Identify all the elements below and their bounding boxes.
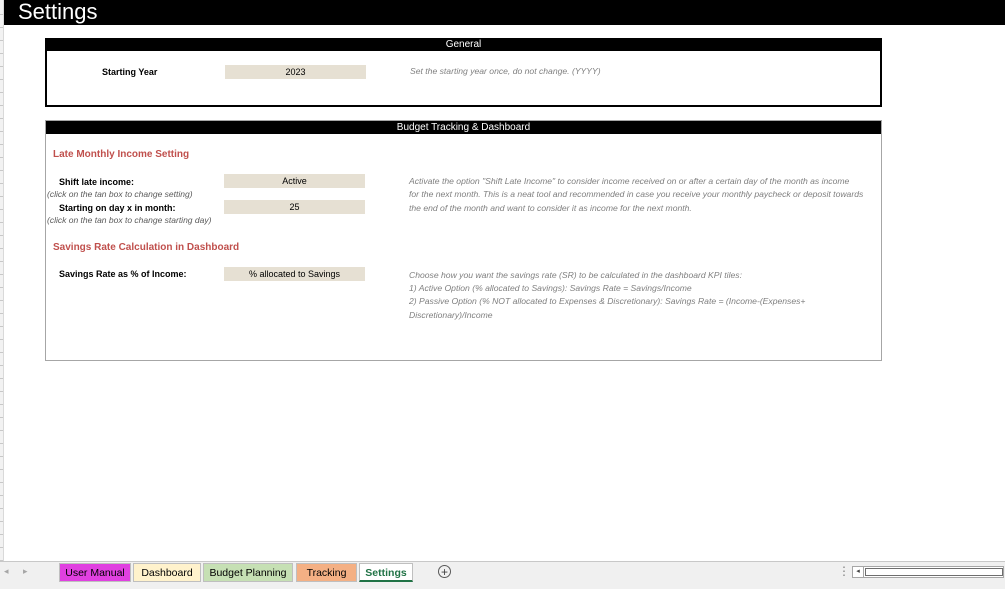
row-divider: [0, 378, 3, 379]
row-divider: [0, 443, 3, 444]
late-income-description-3: the end of the month and want to conside…: [409, 203, 692, 213]
status-bar: [0, 583, 1005, 589]
general-section: General Starting Year 2023 Set the start…: [45, 38, 882, 107]
row-divider: [0, 118, 3, 119]
row-divider: [0, 365, 3, 366]
row-divider: [0, 14, 3, 15]
row-divider: [0, 352, 3, 353]
title-bar: Settings: [4, 0, 1005, 25]
starting-day-label: Starting on day x in month:: [59, 203, 176, 213]
row-divider: [0, 534, 3, 535]
row-divider: [0, 105, 3, 106]
savings-rate-description-3: 2) Passive Option (% NOT allocated to Ex…: [409, 296, 806, 306]
row-divider: [0, 53, 3, 54]
savings-rate-description-1: Choose how you want the savings rate (SR…: [409, 270, 742, 280]
row-divider: [0, 495, 3, 496]
row-divider: [0, 456, 3, 457]
budget-header: Budget Tracking & Dashboard: [46, 121, 881, 134]
horizontal-scrollbar[interactable]: ◂: [852, 566, 1004, 578]
late-income-description-1: Activate the option "Shift Late Income" …: [409, 176, 850, 186]
row-divider: [0, 170, 3, 171]
row-divider: [0, 482, 3, 483]
tab-user-manual[interactable]: User Manual: [59, 563, 131, 582]
prev-sheet-icon[interactable]: ◂: [4, 566, 9, 577]
tab-budget-planning[interactable]: Budget Planning: [203, 563, 293, 582]
savings-rate-description-2: 1) Active Option (% allocated to Savings…: [409, 283, 692, 293]
add-sheet-icon[interactable]: +: [438, 565, 451, 578]
next-sheet-icon[interactable]: ▸: [23, 566, 28, 577]
row-divider: [0, 183, 3, 184]
row-divider: [0, 235, 3, 236]
tab-settings[interactable]: Settings: [359, 563, 413, 582]
starting-year-label: Starting Year: [102, 67, 158, 77]
row-divider: [0, 157, 3, 158]
starting-year-cell[interactable]: 2023: [225, 65, 366, 79]
savings-rate-cell[interactable]: % allocated to Savings: [224, 267, 365, 281]
row-divider: [0, 274, 3, 275]
row-divider: [0, 209, 3, 210]
tab-dashboard[interactable]: Dashboard: [133, 563, 201, 582]
page-title: Settings: [18, 0, 98, 24]
row-divider: [0, 287, 3, 288]
row-divider: [0, 40, 3, 41]
row-divider: [0, 404, 3, 405]
row-divider: [0, 248, 3, 249]
row-divider: [0, 547, 3, 548]
starting-day-hint: (click on the tan box to change starting…: [47, 215, 212, 225]
shift-late-income-label: Shift late income:: [59, 177, 135, 187]
row-divider: [0, 144, 3, 145]
starting-day-cell[interactable]: 25: [224, 200, 365, 214]
row-divider: [0, 66, 3, 67]
row-divider: [0, 261, 3, 262]
savings-rate-description-4: Discretionary)/Income: [409, 310, 493, 320]
row-divider: [0, 521, 3, 522]
late-income-description-2: for the next month. This is a neat tool …: [409, 189, 864, 199]
shift-late-income-cell[interactable]: Active: [224, 174, 365, 188]
scrollbar-thumb[interactable]: [865, 568, 1003, 576]
row-divider: [0, 27, 3, 28]
row-divider: [0, 391, 3, 392]
tab-tracking[interactable]: Tracking: [296, 563, 357, 582]
savings-rate-label: Savings Rate as % of Income:: [59, 269, 187, 279]
row-divider: [0, 326, 3, 327]
row-divider: [0, 339, 3, 340]
sheet-tab-bar: ◂ ▸ User Manual Dashboard Budget Plannin…: [0, 561, 1005, 584]
row-divider: [0, 430, 3, 431]
late-income-heading: Late Monthly Income Setting: [53, 149, 190, 160]
row-divider: [0, 508, 3, 509]
general-header: General: [47, 38, 880, 51]
budget-section: Budget Tracking & Dashboard Late Monthly…: [45, 120, 882, 361]
row-divider: [0, 79, 3, 80]
row-divider: [0, 469, 3, 470]
row-divider: [0, 196, 3, 197]
more-options-icon[interactable]: ⋮: [838, 564, 850, 578]
scroll-left-icon[interactable]: ◂: [853, 567, 864, 577]
row-divider: [0, 92, 3, 93]
savings-rate-heading: Savings Rate Calculation in Dashboard: [53, 242, 240, 253]
row-divider: [0, 417, 3, 418]
row-divider: [0, 131, 3, 132]
starting-year-description: Set the starting year once, do not chang…: [410, 66, 601, 76]
row-divider: [0, 300, 3, 301]
shift-hint: (click on the tan box to change setting): [47, 189, 193, 199]
row-divider: [0, 222, 3, 223]
row-divider: [0, 313, 3, 314]
row-header-strip: [0, 0, 4, 561]
